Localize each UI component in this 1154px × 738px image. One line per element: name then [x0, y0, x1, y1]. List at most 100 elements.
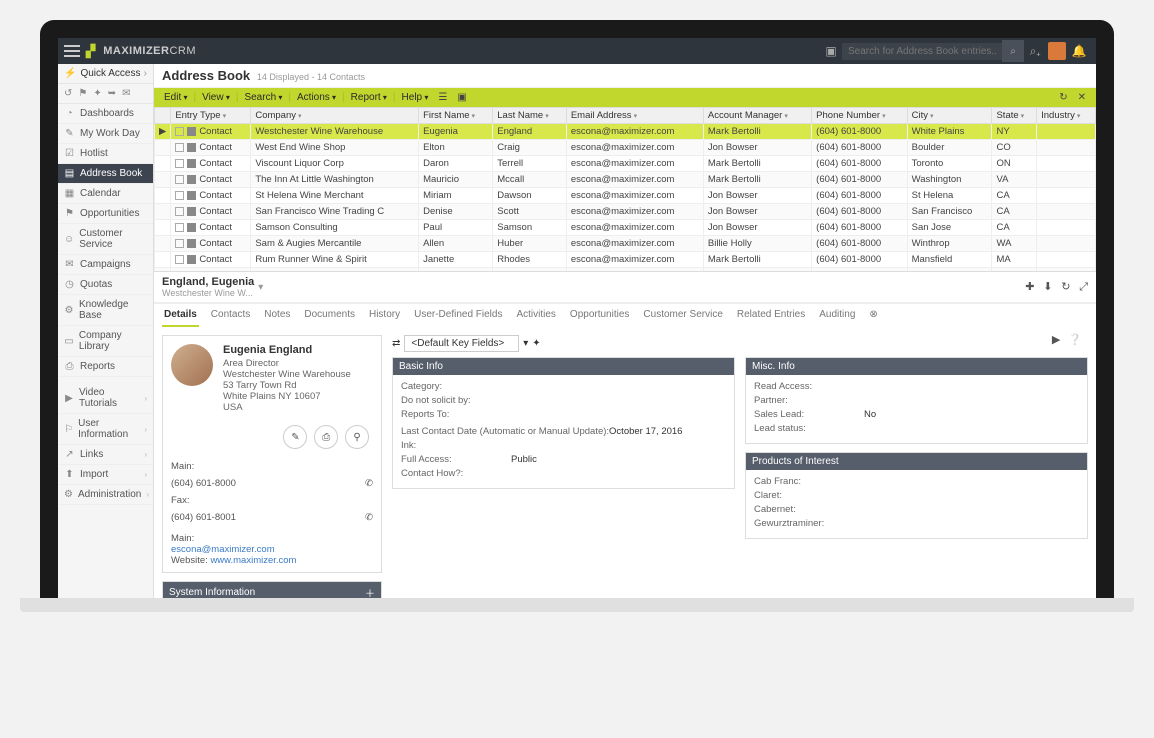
- menu-icon[interactable]: [64, 45, 80, 57]
- sidebar-item-campaigns[interactable]: ✉Campaigns: [58, 255, 153, 275]
- tab-related-entries[interactable]: Related Entries: [735, 304, 807, 327]
- sidebar-item-user-information[interactable]: ⚐User Information›: [58, 414, 153, 445]
- tab-opportunities[interactable]: Opportunities: [568, 304, 631, 327]
- qa-icon[interactable]: ✦: [93, 88, 101, 99]
- search-icon[interactable]: ⌕: [1002, 40, 1024, 62]
- sidebar-item-opportunities[interactable]: ⚑Opportunities: [58, 204, 153, 224]
- sidebar-item-customer-service[interactable]: ☺Customer Service: [58, 224, 153, 255]
- help-icon[interactable]: ❔: [1068, 333, 1082, 346]
- col-header[interactable]: Last Name▾: [493, 108, 567, 124]
- tab-notes[interactable]: Notes: [262, 304, 292, 327]
- sidebar-item-address-book[interactable]: ▤Address Book: [58, 164, 153, 184]
- edit-icon[interactable]: ✎: [283, 425, 307, 449]
- sidebar-item-hotlist[interactable]: ☑Hotlist: [58, 144, 153, 164]
- sidebar-item-dashboards[interactable]: ◔Dashboards: [58, 104, 153, 124]
- table-row[interactable]: ContactSam & Augies MercantileAllenHuber…: [155, 236, 1096, 252]
- print-icon[interactable]: ⎙: [314, 425, 338, 449]
- tab-details[interactable]: Details: [162, 304, 199, 327]
- book-icon[interactable]: ▣: [820, 40, 842, 62]
- col-header[interactable]: Email Address▾: [566, 108, 703, 124]
- qa-icon[interactable]: ✉: [122, 88, 130, 99]
- refresh-icon[interactable]: ↻: [1061, 281, 1070, 293]
- menu-help[interactable]: Help: [398, 90, 433, 105]
- tab-history[interactable]: History: [367, 304, 402, 327]
- menu-view[interactable]: View: [198, 90, 234, 105]
- tab-contacts[interactable]: Contacts: [209, 304, 252, 327]
- refresh-icon[interactable]: ↻: [1055, 90, 1071, 105]
- avatar[interactable]: [1046, 40, 1068, 62]
- col-header[interactable]: City▾: [907, 108, 992, 124]
- download-icon[interactable]: ⬇: [1043, 281, 1052, 293]
- checkbox[interactable]: [175, 239, 184, 248]
- sidebar-item-links[interactable]: ↗Links›: [58, 445, 153, 465]
- checkbox[interactable]: [175, 223, 184, 232]
- expand-icon[interactable]: ⤢: [1079, 281, 1088, 293]
- phone-icon[interactable]: ✆: [365, 478, 373, 489]
- chevron-down-icon[interactable]: ▾: [258, 282, 263, 293]
- grid-area[interactable]: Entry Type▾Company▾First Name▾Last Name▾…: [154, 107, 1096, 272]
- checkbox[interactable]: [175, 207, 184, 216]
- phone-icon[interactable]: ✆: [365, 512, 373, 523]
- close-icon[interactable]: ✕: [1074, 90, 1090, 105]
- menu-actions[interactable]: Actions: [293, 90, 340, 105]
- checkbox[interactable]: [175, 127, 184, 136]
- table-row[interactable]: ContactViscount Liquor CorpDaronTerrelle…: [155, 156, 1096, 172]
- col-header[interactable]: First Name▾: [419, 108, 493, 124]
- tab-documents[interactable]: Documents: [302, 304, 357, 327]
- tab-customer-service[interactable]: Customer Service: [641, 304, 724, 327]
- website-link[interactable]: www.maximizer.com: [210, 555, 296, 566]
- magnify-plus-icon[interactable]: ⌕₊: [1024, 40, 1046, 62]
- col-header[interactable]: Account Manager▾: [703, 108, 811, 124]
- col-header[interactable]: Company▾: [251, 108, 419, 124]
- menu-search[interactable]: Search: [240, 90, 286, 105]
- qa-icon[interactable]: ↺: [64, 88, 72, 99]
- tab-close-icon[interactable]: ⊗: [867, 304, 879, 327]
- table-row[interactable]: ContactSamson ConsultingPaulSamsonescona…: [155, 220, 1096, 236]
- menu-report[interactable]: Report: [347, 90, 391, 105]
- menubar-icon[interactable]: ☰: [434, 90, 451, 105]
- table-row[interactable]: ContactWest End Wine ShopEltonCraigescon…: [155, 140, 1096, 156]
- sidebar-item-knowledge-base[interactable]: ⚙Knowledge Base: [58, 295, 153, 326]
- checkbox[interactable]: [175, 143, 184, 152]
- tab-user-defined-fields[interactable]: User-Defined Fields: [412, 304, 504, 327]
- col-header[interactable]: State▾: [992, 108, 1037, 124]
- sidebar-item-company-library[interactable]: ▭Company Library: [58, 326, 153, 357]
- menubar-icon[interactable]: ▣: [453, 90, 470, 105]
- sidebar-item-quotas[interactable]: ◷Quotas: [58, 275, 153, 295]
- global-search-input[interactable]: [842, 43, 1002, 60]
- checkbox[interactable]: [175, 159, 184, 168]
- col-header[interactable]: Industry▾: [1037, 108, 1096, 124]
- table-row[interactable]: ContactThe Inn At Little WashingtonMauri…: [155, 172, 1096, 188]
- table-row[interactable]: ContactRum Runner Wine & SpiritJanetteRh…: [155, 252, 1096, 268]
- quick-access-header[interactable]: ⚡ Quick Access ›: [58, 64, 153, 84]
- sidebar-item-my-work-day[interactable]: ✎My Work Day: [58, 124, 153, 144]
- checkbox[interactable]: [175, 191, 184, 200]
- add-icon[interactable]: ✚: [1025, 281, 1034, 293]
- email-link[interactable]: escona@maximizer.com: [171, 544, 373, 555]
- qa-icon[interactable]: ⚑: [78, 88, 87, 99]
- tab-activities[interactable]: Activities: [514, 304, 557, 327]
- bell-icon[interactable]: 🔔: [1068, 40, 1090, 62]
- sidebar-item-administration[interactable]: ⚙Administration›: [58, 485, 153, 505]
- keyfields-select[interactable]: <Default Key Fields>: [404, 335, 519, 352]
- col-header[interactable]: Entry Type▾: [171, 108, 251, 124]
- tab-auditing[interactable]: Auditing: [817, 304, 857, 327]
- checkbox[interactable]: [175, 175, 184, 184]
- col-header[interactable]: Phone Number▾: [812, 108, 907, 124]
- keyfields-icon[interactable]: ⇄: [392, 338, 400, 349]
- menu-edit[interactable]: Edit: [160, 90, 191, 105]
- qa-icon[interactable]: ➥: [108, 88, 116, 99]
- sidebar-item-reports[interactable]: ⎙Reports: [58, 357, 153, 377]
- location-icon[interactable]: ⚲: [345, 425, 369, 449]
- plus-icon[interactable]: ＋: [365, 585, 375, 598]
- sidebar-item-video-tutorials[interactable]: ▶Video Tutorials›: [58, 383, 153, 414]
- table-row[interactable]: ContactSan Francisco Wine Trading CDenis…: [155, 204, 1096, 220]
- gear-icon[interactable]: ✦: [532, 338, 540, 349]
- sidebar-item-import[interactable]: ⬆Import›: [58, 465, 153, 485]
- table-row[interactable]: ▶ContactWestchester Wine WarehouseEugeni…: [155, 124, 1096, 140]
- video-icon[interactable]: ▶: [1052, 333, 1060, 346]
- chevron-down-icon[interactable]: ▾: [523, 338, 528, 349]
- checkbox[interactable]: [175, 255, 184, 264]
- table-row[interactable]: ContactSt Helena Wine MerchantMiriamDaws…: [155, 188, 1096, 204]
- sidebar-item-calendar[interactable]: ▦Calendar: [58, 184, 153, 204]
